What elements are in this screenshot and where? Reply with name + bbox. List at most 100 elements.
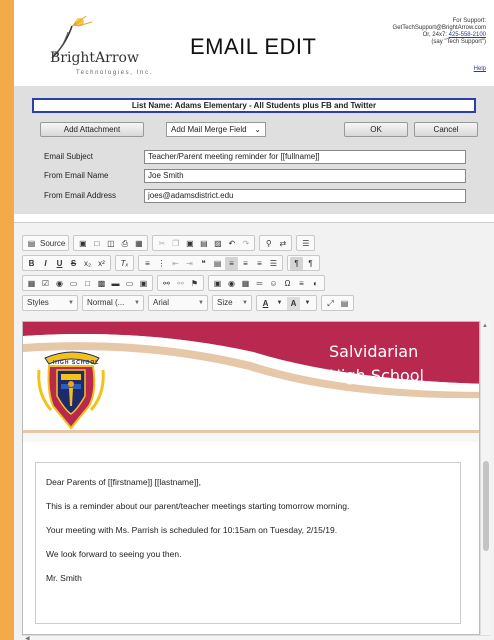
new-page-icon[interactable]: □ <box>90 237 103 250</box>
text-direction-ltr-icon[interactable]: ¶ <box>290 256 303 270</box>
scrollbar-thumb[interactable] <box>483 461 489 551</box>
checkbox-icon[interactable]: ☑ <box>39 277 52 290</box>
blockquote-icon[interactable]: ❝ <box>197 257 210 270</box>
from-email-name-input[interactable]: Joe Smith <box>144 169 466 183</box>
preview-icon[interactable]: ◫ <box>104 237 117 250</box>
email-paragraph: This is a reminder about our parent/teac… <box>46 501 350 511</box>
horizontal-scrollbar[interactable]: ◀ <box>22 635 490 640</box>
toolbar-group-clear: Tₓ <box>115 255 134 271</box>
paste-word-icon[interactable]: ▨ <box>211 237 224 250</box>
strikethrough-icon[interactable]: S <box>67 257 80 270</box>
align-right-icon[interactable]: ≡ <box>253 257 266 270</box>
flash-icon[interactable]: ◉ <box>225 277 238 290</box>
toolbar-group-tools: ⤢ ▤ <box>321 295 354 311</box>
radio-icon[interactable]: ◉ <box>53 277 66 290</box>
redo-icon[interactable]: ↷ <box>239 237 252 250</box>
toolbar-group-forms: ▦ ☑ ◉ ▭ □ ▩ ▬ ▭ ▣ <box>22 275 153 291</box>
help-link[interactable]: Help <box>474 66 486 72</box>
select-all-icon[interactable]: ☰ <box>299 237 312 250</box>
vertical-scrollbar[interactable]: ▲ <box>480 321 490 635</box>
image-icon[interactable]: ▣ <box>211 277 224 290</box>
decrease-indent-icon[interactable]: ⇤ <box>169 257 182 270</box>
undo-icon[interactable]: ↶ <box>225 237 238 250</box>
page-break-icon[interactable]: ≡ <box>295 277 308 290</box>
align-center-icon[interactable]: ≡ <box>239 257 252 270</box>
size-dropdown[interactable]: Size ▼ <box>212 295 252 311</box>
templates-icon[interactable]: ▦ <box>132 237 145 250</box>
text-direction-rtl-icon[interactable]: ¶ <box>304 257 317 270</box>
font-dropdown[interactable]: Arial ▼ <box>148 295 208 311</box>
numbered-list-icon[interactable]: ≡ <box>141 257 154 270</box>
anchor-icon[interactable]: ⚑ <box>188 277 201 290</box>
justify-icon[interactable]: ☰ <box>267 257 280 270</box>
mail-merge-field-select[interactable]: Add Mail Merge Field ⌄ <box>166 122 266 137</box>
brand-subtitle: Technologies, Inc. <box>76 70 153 76</box>
bold-icon[interactable]: B <box>25 257 38 270</box>
styles-dropdown-label: Styles <box>27 298 49 307</box>
toolbar-group-paragraph: ≡ ⋮ ⇤ ⇥ ❝ ▤ ≡ ≡ ≡ ☰ <box>138 255 283 271</box>
bulleted-list-icon[interactable]: ⋮ <box>155 257 168 270</box>
chevron-down-icon[interactable]: ▼ <box>273 297 286 310</box>
replace-icon[interactable]: ⇄ <box>276 237 289 250</box>
horizontal-line-icon[interactable]: ═ <box>253 277 266 290</box>
align-left-icon[interactable]: ≡ <box>225 256 238 270</box>
text-color-icon[interactable]: A <box>259 297 272 310</box>
special-char-icon[interactable]: Ω <box>281 277 294 290</box>
smiley-icon[interactable]: ☺ <box>267 277 280 290</box>
link-icon[interactable]: ⚯ <box>160 277 173 290</box>
chevron-down-icon[interactable]: ▼ <box>301 297 314 310</box>
support-phone-line: Or, 24x7: 425-558-2100 <box>336 32 486 39</box>
underline-icon[interactable]: U <box>53 257 66 270</box>
text-field-icon[interactable]: ▭ <box>67 277 80 290</box>
support-phone-link[interactable]: 425-558-2100 <box>449 32 486 38</box>
chevron-down-icon: ▼ <box>68 300 74 306</box>
from-email-address-input[interactable]: joes@adamsdistrict.edu <box>144 189 466 203</box>
rich-text-editor: ▤ Source ▣ □ ◫ ⎙ ▦ ✂ ❐ ▣ ▤ ▨ ↶ ↷ ⚲ ⇄ ☰ B… <box>14 222 494 640</box>
toolbar-group-basic-styles: B I U S x₂ x² <box>22 255 111 271</box>
textarea-icon[interactable]: □ <box>81 277 94 290</box>
cancel-button[interactable]: Cancel <box>414 122 478 137</box>
save-icon[interactable]: ▣ <box>76 237 89 250</box>
page-title: EMAIL EDIT <box>190 34 317 59</box>
support-note: (say "Tech Support") <box>431 39 486 45</box>
email-subject-input[interactable]: Teacher/Parent meeting reminder for [[fu… <box>144 150 466 164</box>
unlink-icon[interactable]: ⚯ <box>174 277 187 290</box>
editor-content-area[interactable]: HIGH SCHOOL Salvidarian High School Dear… <box>22 321 480 635</box>
cut-icon[interactable]: ✂ <box>155 237 168 250</box>
scroll-up-icon[interactable]: ▲ <box>482 323 488 329</box>
support-phone-prefix: Or, 24x7: <box>422 32 449 38</box>
iframe-icon[interactable]: ◐ <box>309 277 322 290</box>
format-dropdown[interactable]: Normal (... ▼ <box>82 295 144 311</box>
paste-icon[interactable]: ▣ <box>183 237 196 250</box>
source-button[interactable]: Source <box>39 237 66 250</box>
table-icon[interactable]: ▦ <box>239 277 252 290</box>
scroll-left-icon[interactable]: ◀ <box>25 635 30 640</box>
image-button-icon[interactable]: ▭ <box>123 277 136 290</box>
source-icon[interactable]: ▤ <box>25 237 38 250</box>
email-body[interactable]: Dear Parents of [[firstname]] [[lastname… <box>35 462 461 624</box>
copy-icon[interactable]: ❐ <box>169 237 182 250</box>
increase-indent-icon[interactable]: ⇥ <box>183 257 196 270</box>
background-color-icon[interactable]: A <box>287 296 300 310</box>
div-container-icon[interactable]: ▤ <box>211 257 224 270</box>
italic-icon[interactable]: I <box>39 257 52 270</box>
size-dropdown-label: Size <box>217 298 233 307</box>
select-field-icon[interactable]: ▩ <box>95 277 108 290</box>
remove-format-icon[interactable]: Tₓ <box>118 257 131 270</box>
show-blocks-icon[interactable]: ▤ <box>338 297 351 310</box>
superscript-icon[interactable]: x² <box>95 257 108 270</box>
school-name-line1: Salvidarian <box>329 342 419 361</box>
email-subject-label: Email Subject <box>44 152 93 161</box>
ok-button[interactable]: OK <box>344 122 408 137</box>
form-icon[interactable]: ▦ <box>25 277 38 290</box>
maximize-icon[interactable]: ⤢ <box>324 297 337 310</box>
button-field-icon[interactable]: ▬ <box>109 277 122 290</box>
print-icon[interactable]: ⎙ <box>118 237 131 250</box>
subscript-icon[interactable]: x₂ <box>81 257 94 270</box>
format-dropdown-label: Normal (... <box>87 298 125 307</box>
add-attachment-button[interactable]: Add Attachment <box>40 122 144 137</box>
styles-dropdown[interactable]: Styles ▼ <box>22 295 78 311</box>
paste-text-icon[interactable]: ▤ <box>197 237 210 250</box>
hidden-field-icon[interactable]: ▣ <box>137 277 150 290</box>
find-icon[interactable]: ⚲ <box>262 237 275 250</box>
